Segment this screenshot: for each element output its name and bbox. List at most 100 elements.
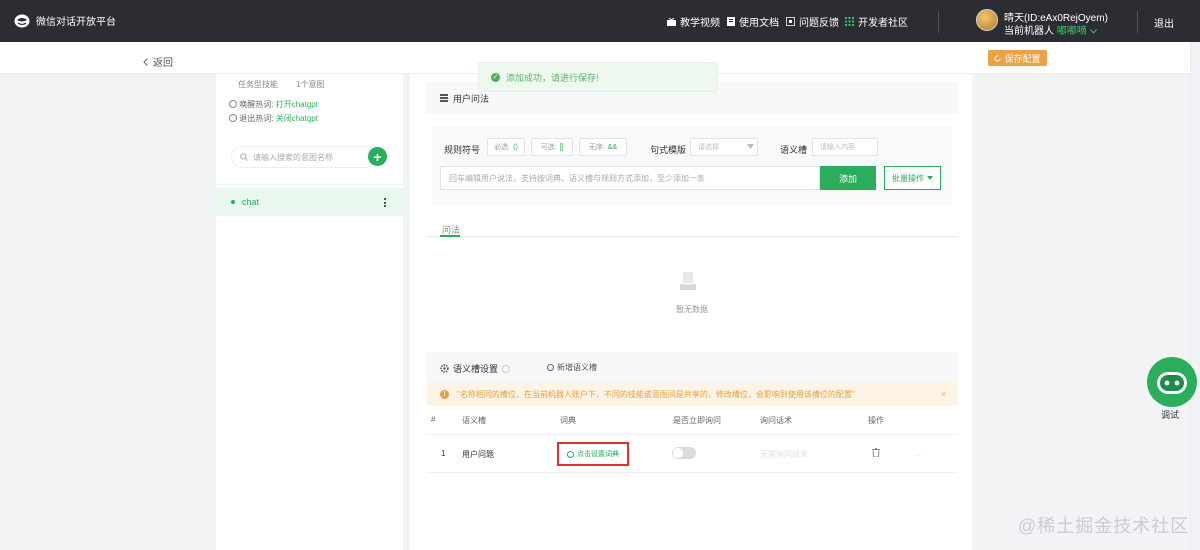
caret-down-icon (747, 144, 754, 149)
logo-icon (14, 14, 30, 28)
active-dot-icon (231, 200, 235, 204)
current-bot[interactable]: 当前机器人 嘟嘟嘀 (1004, 22, 1098, 37)
chip-value: && (607, 143, 618, 151)
batch-operation-button[interactable]: 批量操作 (884, 166, 941, 190)
search-icon (240, 153, 248, 161)
slot-settings-title: 语义槽设置 (440, 362, 511, 375)
chip-label: 必选: (494, 144, 511, 151)
col-header-slot: 语义槽 (462, 416, 486, 425)
search-placeholder: 请输入搜索的意图名称 (253, 152, 333, 162)
logout-button[interactable]: 退出 (1154, 15, 1174, 30)
gear-icon (440, 364, 449, 373)
chip-label: 可选: (540, 144, 557, 151)
help-icon (502, 364, 511, 373)
intent-panel: 任务型技能 1个意图 唤醒热词: 打开chatgpt 退出热词: 关闭chatg… (216, 74, 403, 550)
user-query-input[interactable]: 回车编辑用户说法，支持按词典、语义槽与规则方式添加，至少添加一条 (440, 166, 820, 190)
current-bot-name: 嘟嘟嘀 (1056, 26, 1087, 37)
chevron-down-icon (1089, 29, 1098, 34)
intent-search-input[interactable]: 请输入搜索的意图名称 (231, 146, 377, 168)
query-placeholder: 回车编辑用户说法，支持按词典、语义槽与规则方式添加，至少添加一条 (449, 173, 705, 183)
tab-divider (426, 236, 958, 237)
add-query-button[interactable]: 添加 (820, 166, 876, 190)
row-ask-text: 无需询问话术 (760, 450, 808, 459)
more-icon[interactable]: … (915, 449, 923, 458)
nav-tutorial-video[interactable]: 教学视频 (667, 14, 720, 29)
exit-hotword-value: 关闭chatgpt (275, 114, 318, 123)
check-circle-icon: ✓ (491, 72, 500, 82)
template-select[interactable]: 请选择 (690, 138, 758, 156)
wake-hotword-value: 打开chatgpt (275, 100, 318, 109)
chip-optional[interactable]: 可选:[] (531, 138, 573, 156)
batch-label: 批量操作 (892, 173, 924, 183)
slot-placeholder: 请输入内容 (820, 144, 855, 151)
empty-box-icon (680, 272, 696, 294)
chip-unordered[interactable]: 无序: && (579, 138, 627, 156)
set-dictionary-label: 点击设置词典 (577, 451, 619, 458)
intent-editor: 用户问法 规则符号 必选:() 可选:[] 无序: && 句式模版 请选择 语义槽… (410, 74, 972, 550)
set-dictionary-link[interactable]: 点击设置词典 (557, 442, 629, 466)
row-index: 1 (441, 449, 446, 458)
intent-name: chat (242, 197, 260, 207)
brand[interactable]: 微信对话开放平台 (14, 13, 116, 28)
warning-icon: ! (440, 389, 449, 399)
save-config-button[interactable]: 保存配置 (988, 50, 1047, 66)
grid-icon (845, 17, 854, 26)
slot-settings-label: 语义槽设置 (453, 364, 499, 374)
back-label: 返回 (153, 58, 173, 69)
rule-symbol-label: 规则符号 (444, 145, 481, 155)
col-header-ask: 是否立即询问 (673, 416, 721, 425)
list-icon (440, 94, 448, 102)
tab-active-indicator (440, 235, 460, 237)
success-toast: ✓ 添加成功，请进行保存! (478, 62, 718, 92)
ask-immediately-toggle[interactable] (672, 447, 696, 459)
debug-label: 调试 (1161, 410, 1180, 420)
new-slot-button[interactable]: 新增语义槽 (547, 362, 597, 373)
nav-label: 问题反馈 (799, 18, 839, 29)
divider (938, 11, 939, 33)
plus-circle-icon (547, 364, 554, 371)
doc-icon (727, 17, 735, 26)
new-slot-label: 新增语义槽 (557, 363, 597, 372)
chevron-left-icon (143, 57, 148, 66)
trash-icon[interactable] (872, 448, 880, 457)
slot-input[interactable]: 请输入内容 (812, 138, 878, 156)
clock-icon (229, 100, 237, 108)
nav-label: 开发者社区 (858, 18, 908, 29)
divider (1137, 11, 1138, 33)
robot-icon (1147, 357, 1197, 407)
video-icon (667, 17, 676, 26)
exit-hotword-label: 退出热词: (239, 114, 274, 123)
nav-docs[interactable]: 使用文档 (727, 14, 779, 29)
debug-bot-button[interactable] (1147, 357, 1197, 407)
chip-required[interactable]: 必选:() (487, 138, 525, 156)
wake-hotword-label: 唤醒热词: (239, 100, 274, 109)
intent-item-chat[interactable]: chat (216, 188, 403, 216)
scrollbar[interactable] (1190, 42, 1200, 550)
plus-circle-icon (567, 450, 574, 458)
caret-down-icon (927, 176, 933, 180)
add-intent-button[interactable]: + (368, 147, 387, 166)
nav-label: 教学视频 (680, 18, 720, 29)
divider (426, 434, 958, 435)
wake-hotword: 唤醒热词: 打开chatgpt (229, 99, 318, 110)
template-placeholder: 请选择 (698, 144, 719, 151)
nav-dev-community[interactable]: 开发者社区 (845, 14, 908, 29)
user-query-title: 用户问法 (453, 93, 490, 104)
chip-value: () (513, 143, 518, 151)
avatar[interactable] (976, 9, 998, 31)
col-header-actions: 操作 (868, 416, 884, 425)
toast-message: 添加成功，请进行保存! (506, 72, 599, 83)
divider (216, 184, 403, 185)
empty-text: 暂无数据 (676, 305, 708, 314)
feedback-icon (786, 17, 795, 26)
back-button[interactable]: 返回 (143, 54, 173, 69)
chip-value: [] (559, 143, 564, 151)
more-vertical-icon[interactable] (384, 198, 386, 207)
col-header-index: # (431, 415, 436, 424)
shared-slot-warning: ! "名称相同的槽位，在当前机器人账户下，不同的技能或意图间是共享的，修改槽位，… (426, 382, 958, 406)
close-icon[interactable]: × (941, 389, 946, 399)
watermark: @稀土掘金技术社区 (1018, 516, 1190, 536)
brand-title: 微信对话开放平台 (36, 17, 116, 28)
template-label: 句式模版 (650, 145, 687, 155)
nav-feedback[interactable]: 问题反馈 (786, 14, 839, 29)
